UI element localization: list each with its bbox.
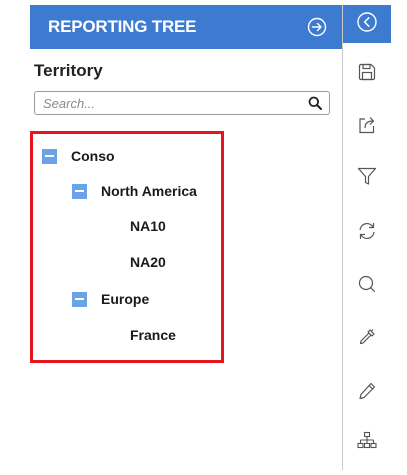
search-box bbox=[34, 91, 330, 115]
filter-button[interactable] bbox=[343, 160, 391, 196]
magnifier-icon[interactable] bbox=[307, 95, 323, 111]
tree-node-label[interactable]: NA10 bbox=[130, 218, 166, 234]
arrow-right-circle-icon[interactable] bbox=[306, 16, 328, 38]
dimension-label: Territory bbox=[34, 61, 103, 80]
tree-node-label[interactable]: North America bbox=[101, 183, 197, 199]
save-icon bbox=[356, 61, 378, 88]
refresh-icon bbox=[356, 220, 378, 247]
search-input[interactable] bbox=[43, 95, 307, 111]
collapse-toggle-icon[interactable] bbox=[72, 291, 87, 307]
collapse-icon bbox=[356, 11, 378, 38]
panel-title: REPORTING TREE bbox=[48, 17, 197, 36]
tree-node-na10: NA10 bbox=[130, 216, 166, 236]
search-icon bbox=[356, 273, 378, 300]
eyedropper-icon bbox=[356, 326, 378, 353]
tree-node-label[interactable]: Europe bbox=[101, 291, 149, 307]
tree-node-north-america: North America bbox=[72, 181, 197, 201]
hierarchy-button[interactable] bbox=[343, 425, 391, 461]
reporting-tree-panel: REPORTING TREE Territory Conso North Ame… bbox=[30, 5, 342, 470]
tree-selection-highlight: Conso North America NA10 NA20 Europe Fra… bbox=[30, 131, 224, 363]
save-button[interactable] bbox=[343, 56, 391, 92]
refresh-button[interactable] bbox=[343, 215, 391, 251]
tree-node-na20: NA20 bbox=[130, 252, 166, 272]
tree-node-label[interactable]: NA20 bbox=[130, 254, 166, 270]
collapse-toggle-icon[interactable] bbox=[72, 183, 87, 199]
collapse-toggle-icon[interactable] bbox=[42, 148, 57, 164]
export-icon bbox=[356, 114, 378, 141]
search-button[interactable] bbox=[343, 268, 391, 304]
edit-icon bbox=[356, 380, 378, 407]
hierarchy-icon bbox=[356, 430, 378, 457]
eyedropper-button[interactable] bbox=[343, 321, 391, 357]
tree-node-conso: Conso bbox=[42, 146, 115, 166]
tree-node-label[interactable]: France bbox=[130, 327, 176, 343]
tree-node-europe: Europe bbox=[72, 289, 149, 309]
tree-node-france: France bbox=[130, 325, 176, 345]
right-toolbar bbox=[342, 5, 391, 470]
export-button[interactable] bbox=[343, 109, 391, 145]
filter-icon bbox=[356, 165, 378, 192]
collapse-panel-button[interactable] bbox=[343, 5, 391, 43]
edit-button[interactable] bbox=[343, 375, 391, 411]
panel-header: REPORTING TREE bbox=[30, 5, 342, 49]
tree-node-label[interactable]: Conso bbox=[71, 148, 115, 164]
